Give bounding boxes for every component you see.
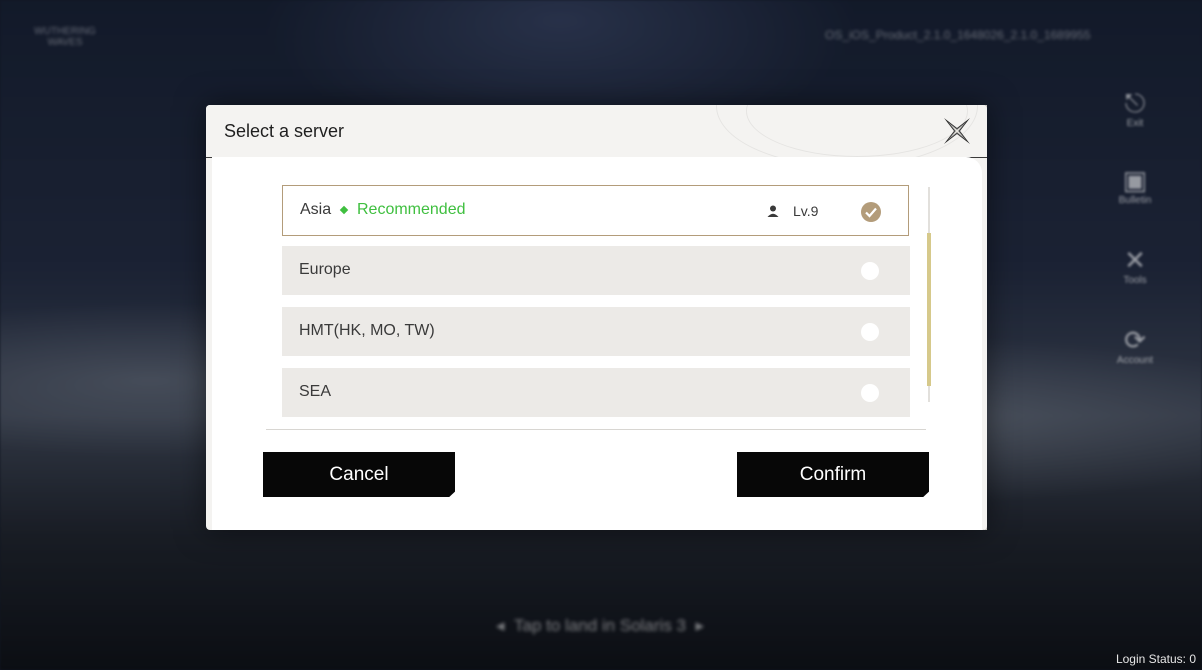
server-list[interactable]: Asia Recommended Lv.9 Europe HMT(HK, MO,…: [282, 185, 912, 483]
arrow-left-icon: ◂: [496, 616, 514, 635]
dialog-header: Select a server: [206, 105, 987, 167]
bulletin-icon: ▣: [1122, 165, 1148, 195]
side-menu-tools[interactable]: ✕ Tools: [1110, 245, 1160, 286]
server-row-asia[interactable]: Asia Recommended Lv.9: [282, 185, 909, 236]
radio-unselected-icon: [861, 323, 879, 341]
tap-to-start-hint[interactable]: ◂ Tap to land in Solaris 3 ▸: [450, 616, 750, 636]
side-menu-label: Tools: [1123, 275, 1147, 286]
tap-to-start-label: Tap to land in Solaris 3: [514, 616, 686, 635]
side-menu-label: Account: [1116, 355, 1154, 366]
exit-icon: ⎋: [1124, 88, 1146, 118]
game-logo: WUTHERING WAVES: [34, 26, 96, 48]
server-select-dialog: Select a server Asia Recommended Lv.9 Eu…: [206, 105, 987, 530]
side-menu-label: Bulletin: [1118, 195, 1152, 206]
cancel-button[interactable]: Cancel: [263, 452, 455, 497]
dialog-title: Select a server: [224, 121, 345, 141]
account-icon: ⟳: [1124, 325, 1146, 355]
close-x-icon: [944, 118, 970, 144]
divider: [266, 429, 926, 430]
server-row-hmt[interactable]: HMT(HK, MO, TW): [282, 307, 910, 356]
side-menu-label: Exit: [1126, 118, 1144, 129]
person-icon: [767, 205, 779, 217]
build-version: OS_iOS_Product_2.1.0_1648026_2.1.0_16899…: [825, 28, 1091, 42]
radio-unselected-icon: [861, 262, 879, 280]
tools-icon: ✕: [1124, 245, 1146, 275]
server-name: Europe: [299, 261, 351, 278]
side-menu-account[interactable]: ⟳ Account: [1110, 325, 1160, 366]
server-name: Asia: [300, 201, 332, 218]
side-menu-exit[interactable]: ⎋ Exit: [1110, 88, 1160, 129]
recommended-badge: Recommended: [357, 201, 466, 218]
scrollbar-thumb[interactable]: [927, 233, 931, 386]
player-level: Lv.9: [793, 203, 819, 219]
server-row-europe[interactable]: Europe: [282, 246, 910, 295]
close-button[interactable]: [937, 111, 977, 151]
server-row-sea[interactable]: SEA: [282, 368, 910, 417]
side-menu-bulletin[interactable]: ▣ Bulletin: [1110, 165, 1160, 206]
confirm-button[interactable]: Confirm: [737, 452, 929, 497]
login-status: Login Status: 0: [1115, 652, 1196, 666]
selected-check-icon: [861, 202, 881, 222]
radio-unselected-icon: [861, 384, 879, 402]
recommended-diamond-icon: [339, 205, 349, 215]
arrow-right-icon: ▸: [686, 616, 704, 635]
server-name: HMT(HK, MO, TW): [299, 322, 435, 339]
server-name: SEA: [299, 383, 332, 400]
